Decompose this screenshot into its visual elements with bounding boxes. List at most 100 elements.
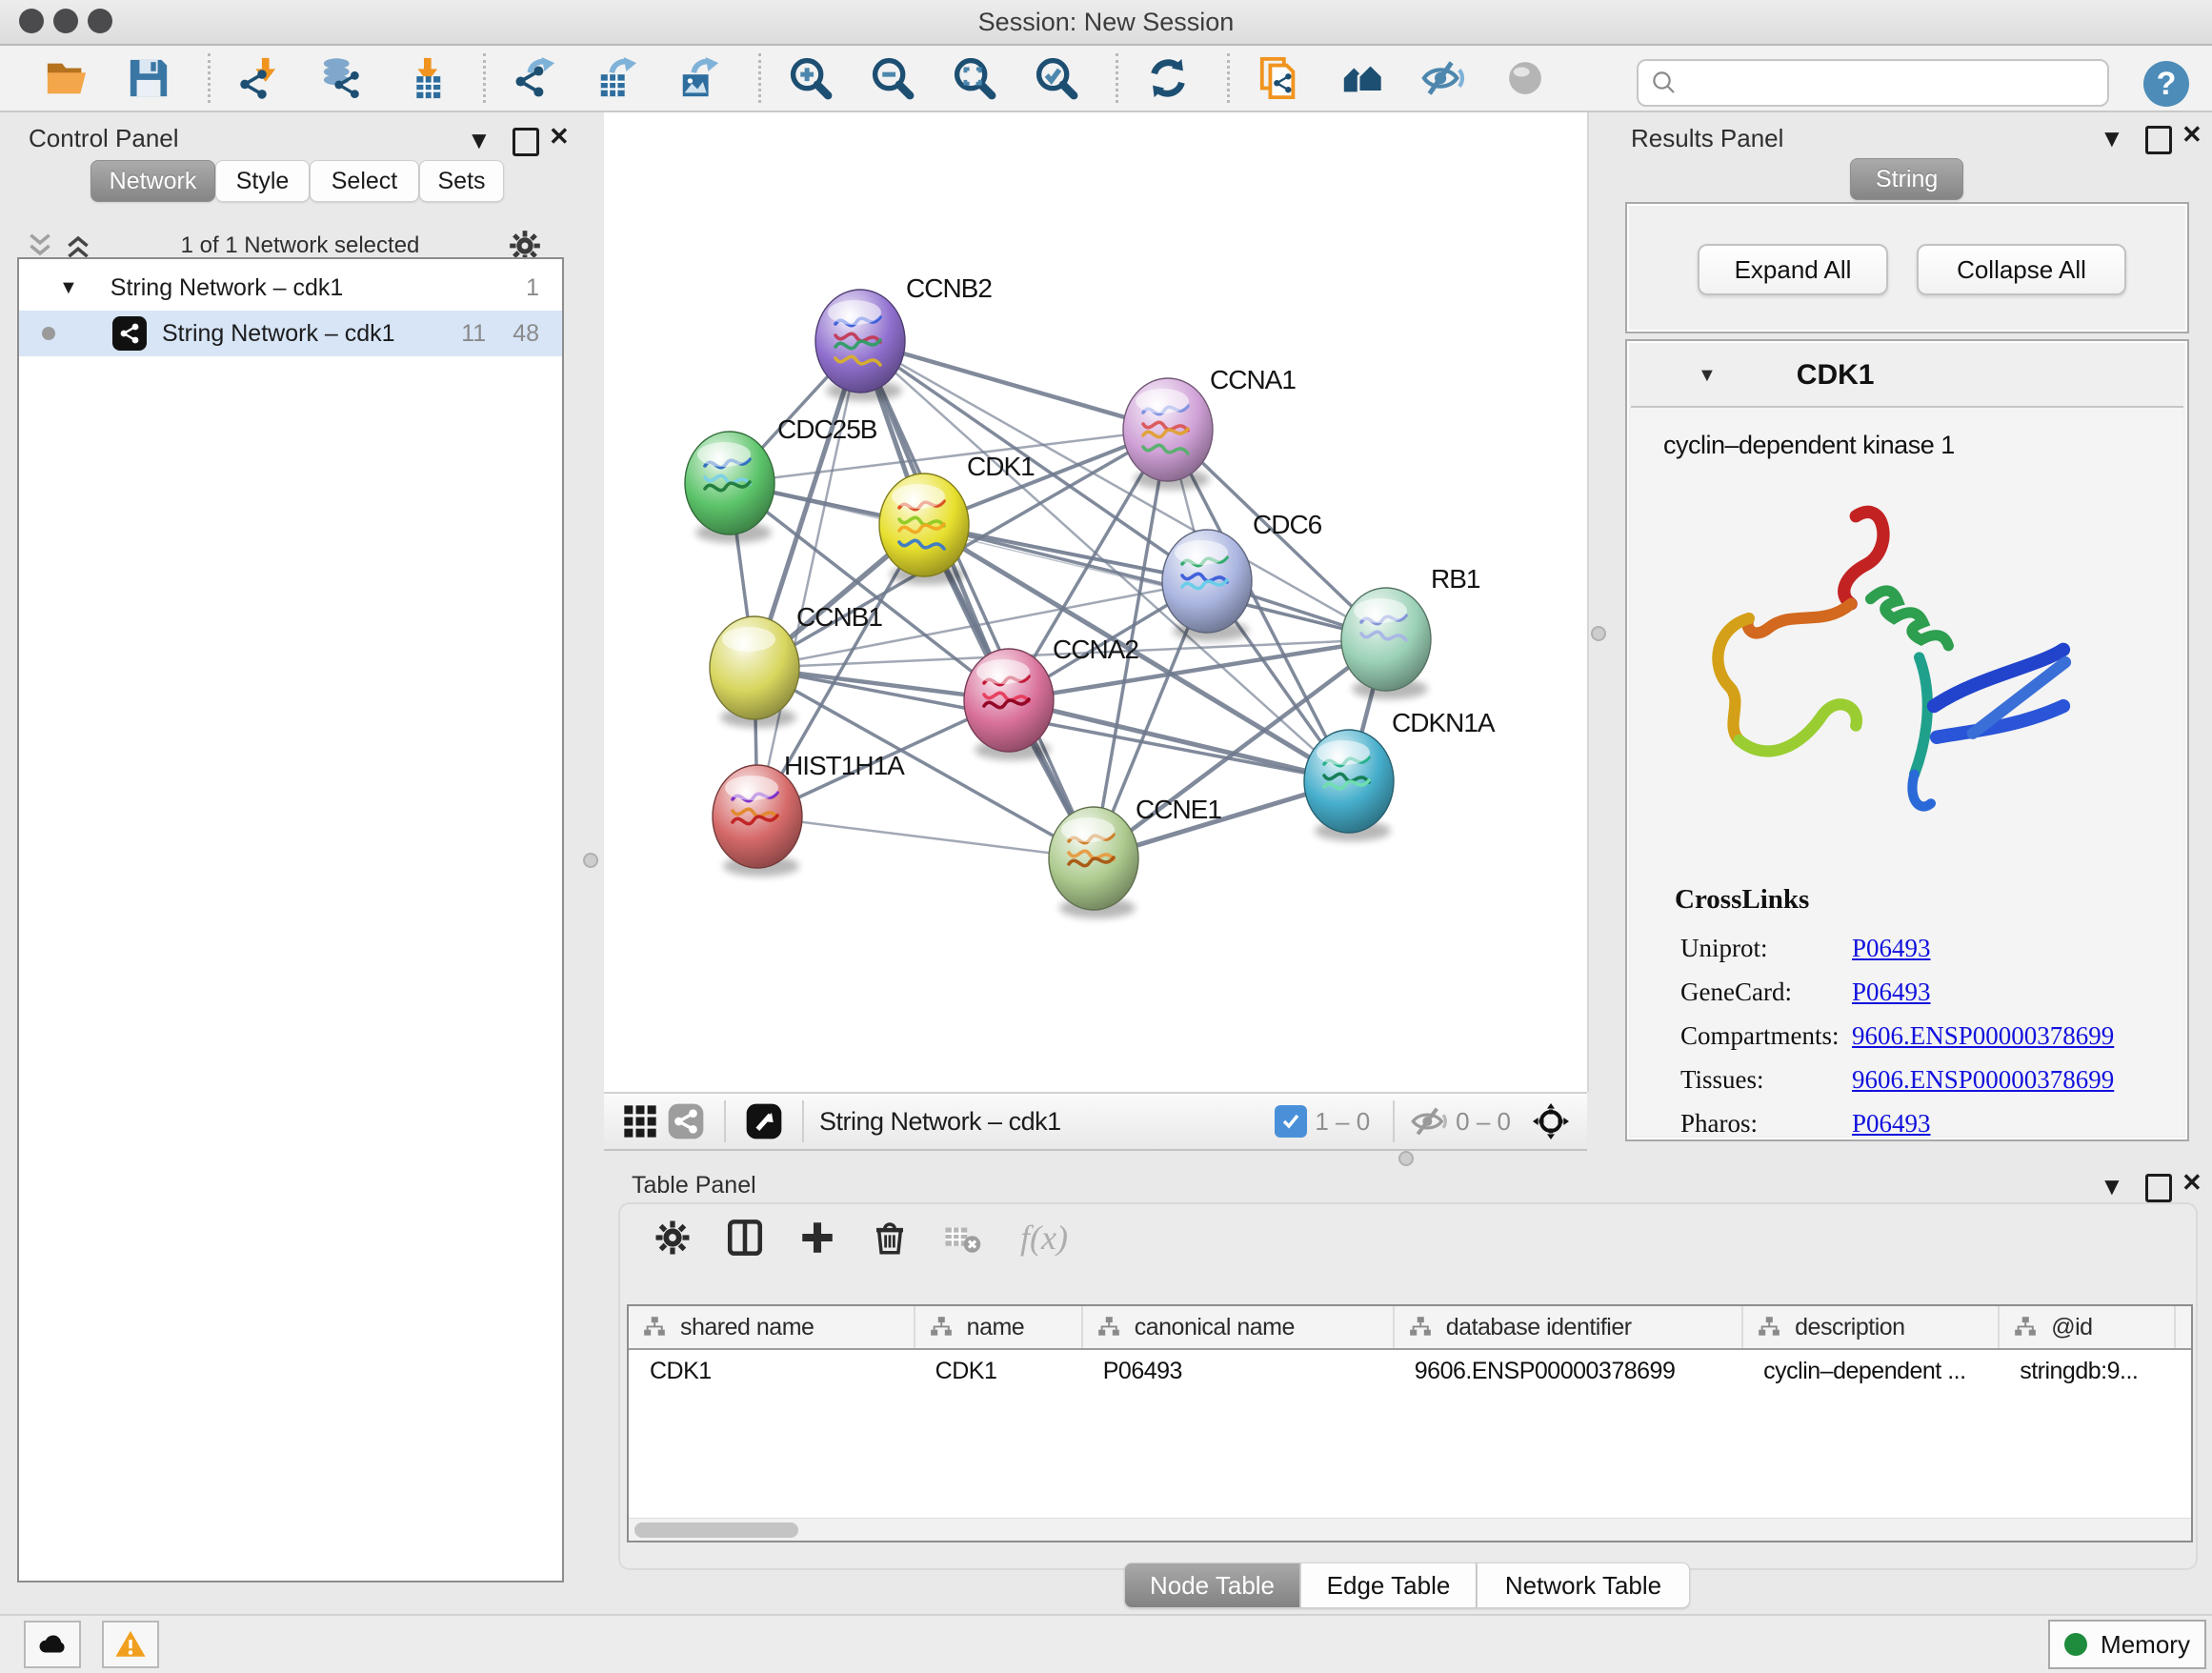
- show-hide-button[interactable]: [1415, 50, 1472, 106]
- table-cell[interactable]: CDK1: [629, 1349, 915, 1392]
- crosslink-link[interactable]: P06493: [1852, 934, 1931, 963]
- delete-column-button[interactable]: [862, 1212, 917, 1263]
- zoom-in-button[interactable]: [782, 50, 839, 106]
- import-network-button[interactable]: [231, 50, 289, 106]
- edge-CCNA2-CDKN1A[interactable]: [1009, 700, 1349, 781]
- protein-expander-icon[interactable]: ▼: [1698, 365, 1717, 387]
- column-header-name[interactable]: name: [915, 1306, 1082, 1349]
- table-cell[interactable]: stringdb: [2175, 1349, 2193, 1392]
- grid-view-button[interactable]: [617, 1099, 663, 1144]
- column-header-sharedname[interactable]: shared name: [629, 1306, 915, 1349]
- control-panel-menu-icon[interactable]: ▼: [467, 126, 492, 155]
- table-panel-float-icon[interactable]: [2145, 1174, 2172, 1202]
- table-panel-menu-icon[interactable]: ▼: [2100, 1172, 2124, 1201]
- crosslink-link[interactable]: 9606.ENSP00000378699: [1852, 1021, 2114, 1051]
- network-canvas[interactable]: CCNB2 CCNA1 CDC25B CDK1 CDC6: [604, 112, 1589, 1092]
- selected-checkbox-icon[interactable]: [1275, 1105, 1307, 1138]
- zoom-out-button[interactable]: [864, 50, 921, 106]
- table-cell[interactable]: 9606.ENSP00000378699: [1394, 1349, 1742, 1392]
- network-collection-row[interactable]: ▼ String Network – cdk1 1: [19, 265, 562, 311]
- expand-all-button[interactable]: Expand All: [1698, 244, 1888, 295]
- column-header-id[interactable]: @id: [1999, 1306, 2175, 1349]
- table-cell[interactable]: P06493: [1082, 1349, 1394, 1392]
- column-header-canonicalname[interactable]: canonical name: [1082, 1306, 1394, 1349]
- tab-edge-table[interactable]: Edge Table: [1300, 1562, 1477, 1608]
- results-panel-close-icon[interactable]: ✕: [2182, 120, 2202, 150]
- delete-table-button[interactable]: [935, 1212, 990, 1263]
- node-CCNB1[interactable]: CCNB1: [710, 602, 882, 728]
- network-share-view-button[interactable]: [663, 1099, 709, 1144]
- tab-style[interactable]: Style: [215, 160, 310, 202]
- column-header-databaseidentifier[interactable]: database identifier: [1394, 1306, 1742, 1349]
- table-cell[interactable]: cyclin–dependent ...: [1742, 1349, 1999, 1392]
- open-session-button[interactable]: [38, 50, 95, 106]
- tab-sets[interactable]: Sets: [419, 160, 504, 202]
- add-column-button[interactable]: [790, 1212, 845, 1263]
- tab-select[interactable]: Select: [310, 160, 419, 202]
- help-button[interactable]: ?: [2143, 61, 2189, 107]
- crosslink-link[interactable]: P06493: [1852, 1109, 1931, 1139]
- node-RB1[interactable]: RB1: [1341, 564, 1480, 699]
- tab-network[interactable]: Network: [90, 160, 215, 202]
- birdseye-view-button[interactable]: [741, 1099, 787, 1144]
- edge-CCNB2-CCNE1[interactable]: [860, 341, 1094, 858]
- zoom-selected-button[interactable]: [1028, 50, 1085, 106]
- function-builder-button[interactable]: f(x): [1020, 1218, 1068, 1258]
- control-panel-float-icon[interactable]: [513, 128, 539, 156]
- search-icon: [1650, 69, 1679, 97]
- results-panel-menu-icon[interactable]: ▼: [2100, 124, 2124, 153]
- tab-node-table[interactable]: Node Table: [1124, 1562, 1300, 1608]
- table-row[interactable]: CDK1CDK1P064939606.ENSP00000378699cyclin…: [629, 1349, 2193, 1392]
- show-columns-button[interactable]: [717, 1212, 773, 1263]
- column-header-namespace[interactable]: namespace: [2175, 1306, 2193, 1349]
- control-panel-close-icon[interactable]: ✕: [549, 122, 570, 151]
- protein-header-row[interactable]: ▼ CDK1: [1631, 345, 2183, 408]
- edge-CCNE1-HIST1H1A[interactable]: [757, 816, 1094, 858]
- network-node-count: 11: [461, 320, 486, 348]
- crosslink-label: Tissues:: [1680, 1065, 1852, 1095]
- eye-button[interactable]: [1497, 50, 1554, 106]
- node-HIST1H1A[interactable]: HIST1H1A: [713, 751, 905, 877]
- refresh-button[interactable]: [1139, 50, 1196, 106]
- export-image-button[interactable]: [671, 50, 728, 106]
- table-cell[interactable]: CDK1: [915, 1349, 1082, 1392]
- node-CCNE1[interactable]: CCNE1: [1049, 795, 1221, 918]
- table-settings-button[interactable]: [645, 1212, 700, 1263]
- import-table-button[interactable]: [395, 50, 452, 106]
- home-button[interactable]: [1333, 50, 1390, 106]
- table-cell[interactable]: stringdb:9...: [1999, 1349, 2175, 1392]
- table-hscrollbar-thumb[interactable]: [634, 1522, 798, 1538]
- export-network-button[interactable]: [507, 50, 564, 106]
- save-session-button[interactable]: [120, 50, 177, 106]
- warnings-button[interactable]: [102, 1621, 159, 1668]
- node-CCNB2[interactable]: CCNB2: [815, 273, 992, 401]
- search-box[interactable]: [1637, 59, 2109, 107]
- edge-CCNB2-HIST1H1A[interactable]: [757, 341, 860, 816]
- share-document-button[interactable]: [1251, 50, 1308, 106]
- network-row[interactable]: String Network – cdk1 11 48: [19, 311, 562, 356]
- pan-crosshair-button[interactable]: [1528, 1099, 1574, 1144]
- left-splitter-handle[interactable]: [583, 853, 598, 868]
- collapse-all-button[interactable]: Collapse All: [1917, 244, 2126, 295]
- network-graph[interactable]: CCNB2 CCNA1 CDC25B CDK1 CDC6: [604, 112, 1587, 1092]
- collection-expander-icon[interactable]: ▼: [59, 277, 78, 299]
- zoom-fit-button[interactable]: [946, 50, 1003, 106]
- search-input[interactable]: [1686, 69, 2096, 97]
- edge-CCNB2-CCNA1[interactable]: [860, 341, 1168, 430]
- table-hscrollbar[interactable]: [629, 1518, 2191, 1542]
- table-panel-close-icon[interactable]: ✕: [2182, 1168, 2202, 1198]
- tab-string[interactable]: String: [1850, 158, 1963, 200]
- results-panel-float-icon[interactable]: [2145, 126, 2172, 154]
- cloud-status-button[interactable]: [24, 1621, 81, 1668]
- node-CDC6[interactable]: CDC6: [1162, 510, 1322, 641]
- crosslink-link[interactable]: P06493: [1852, 978, 1931, 1007]
- export-table-button[interactable]: [589, 50, 646, 106]
- tab-network-table[interactable]: Network Table: [1477, 1562, 1690, 1608]
- crosslink-link[interactable]: 9606.ENSP00000378699: [1852, 1065, 2114, 1095]
- column-header-description[interactable]: description: [1742, 1306, 1999, 1349]
- memory-button[interactable]: Memory: [2048, 1620, 2206, 1669]
- node-label-HIST1H1A: HIST1H1A: [784, 751, 905, 780]
- import-network-from-database-button[interactable]: [313, 50, 371, 106]
- node-table[interactable]: shared namenamecanonical namedatabase id…: [629, 1306, 2193, 1392]
- node-CDKN1A[interactable]: CDKN1A: [1304, 708, 1496, 841]
